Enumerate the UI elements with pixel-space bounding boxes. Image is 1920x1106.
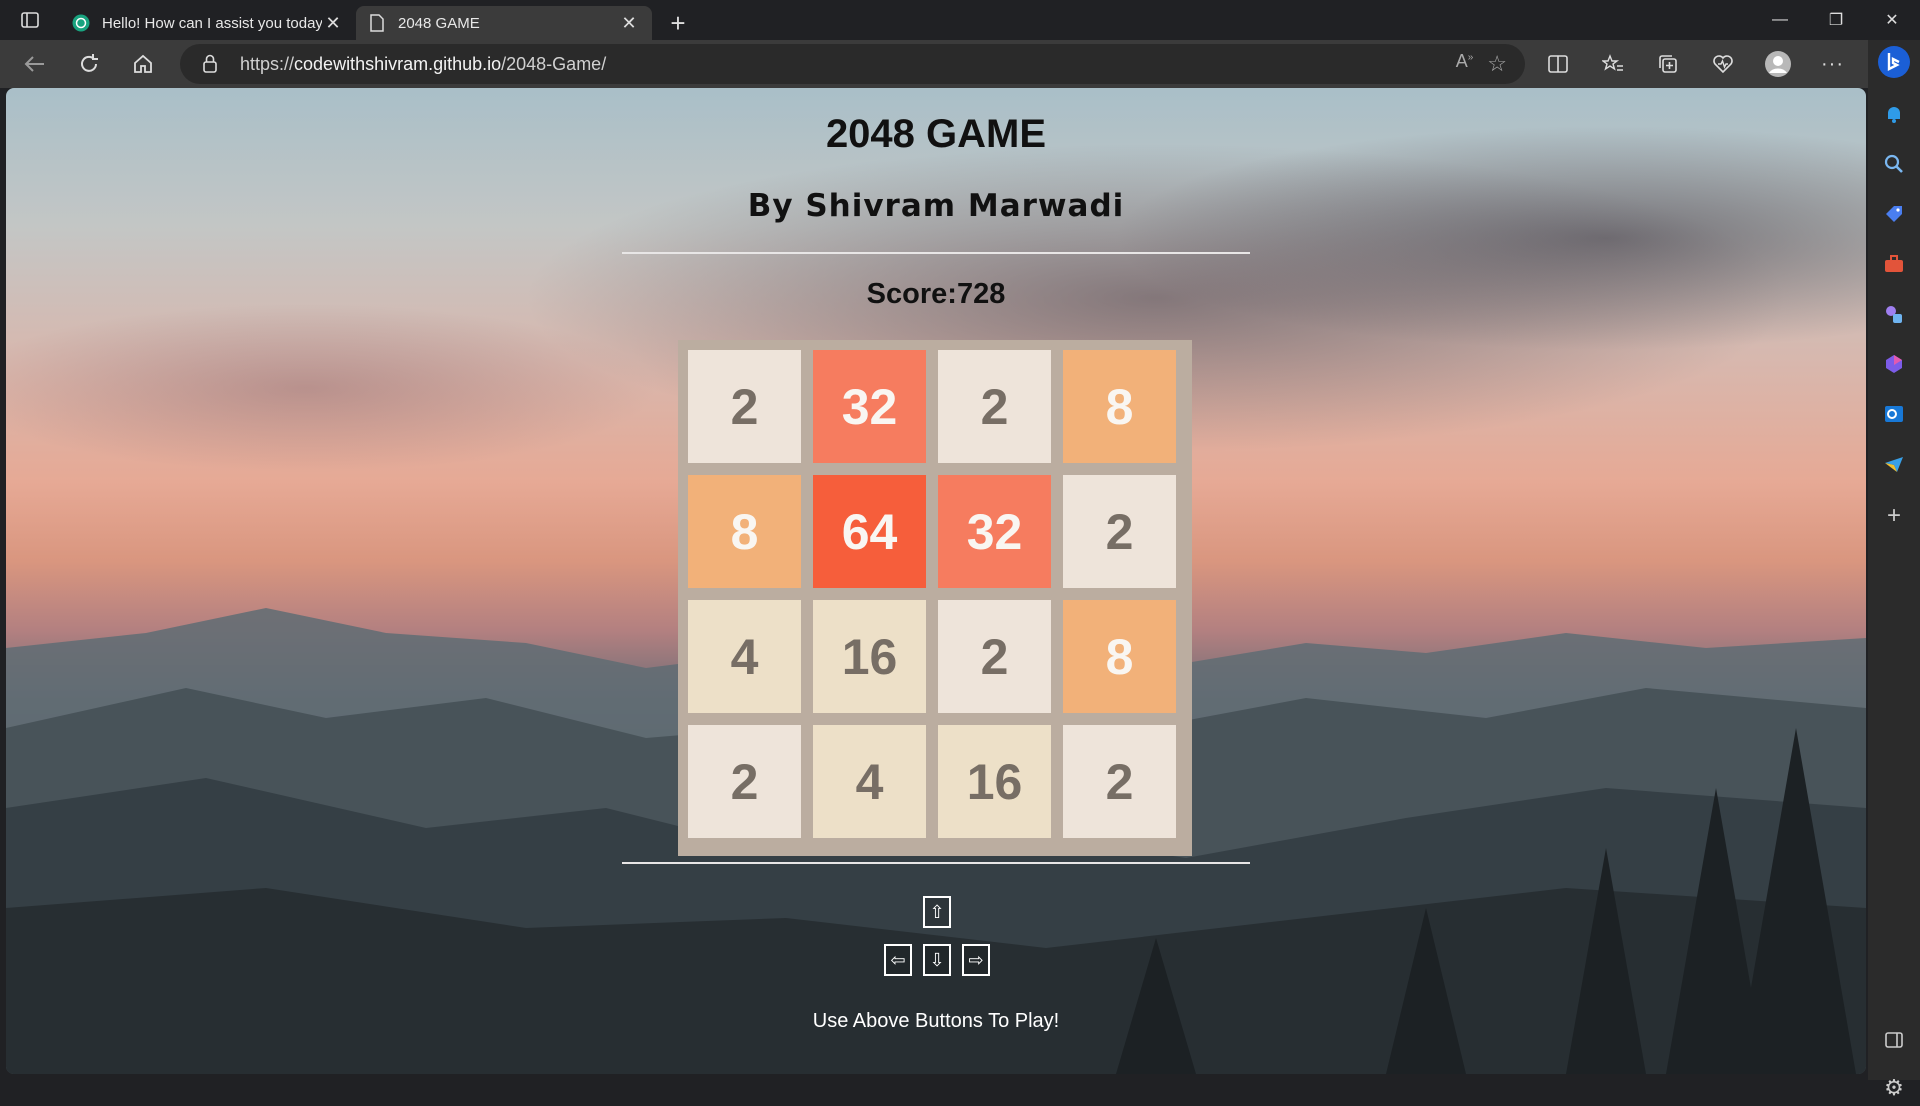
divider-top <box>622 252 1250 254</box>
close-tab-icon[interactable]: ✕ <box>618 13 640 34</box>
page-viewport: 2048 GAME By Shivram Marwadi Score:728 2… <box>6 88 1866 1074</box>
tile: 16 <box>813 600 926 713</box>
edge-sidebar: + ⚙ <box>1868 40 1920 1100</box>
score-value: 728 <box>956 278 1006 310</box>
shopping-tag-icon[interactable] <box>1876 196 1912 232</box>
tab-title: Hello! How can I assist you today <box>102 14 322 32</box>
tools-briefcase-icon[interactable] <box>1876 246 1912 282</box>
tile: 32 <box>938 475 1051 588</box>
add-sidebar-app-icon[interactable]: + <box>1876 498 1912 534</box>
split-screen-icon[interactable] <box>1530 44 1585 84</box>
tab-actions-icon <box>21 12 39 28</box>
tab-actions-button[interactable] <box>0 0 60 40</box>
tile: 2 <box>1063 475 1176 588</box>
down-button[interactable]: ⇩ <box>923 944 951 976</box>
minimize-icon[interactable]: — <box>1752 0 1808 40</box>
chatgpt-icon <box>72 14 90 32</box>
more-options-icon[interactable]: ··· <box>1805 44 1860 84</box>
tab-2048-game[interactable]: 2048 GAME ✕ <box>356 6 652 40</box>
tile: 2 <box>688 725 801 838</box>
tile: 2 <box>1063 725 1176 838</box>
lock-icon[interactable] <box>180 54 240 74</box>
tile: 2 <box>938 350 1051 463</box>
left-button[interactable]: ⇦ <box>884 944 912 976</box>
author-subtitle: By Shivram Marwadi <box>747 188 1125 224</box>
home-icon <box>134 54 152 73</box>
home-button[interactable] <box>116 44 170 84</box>
game-page: 2048 GAME By Shivram Marwadi Score:728 2… <box>6 88 1866 1074</box>
back-button[interactable] <box>8 44 62 84</box>
right-button[interactable]: ⇨ <box>962 944 990 976</box>
tile: 4 <box>688 600 801 713</box>
url-text[interactable]: https://codewithshivram.github.io/2048-G… <box>240 54 1456 75</box>
browser-essentials-icon[interactable] <box>1695 44 1750 84</box>
tab-chat[interactable]: Hello! How can I assist you today ✕ <box>60 6 356 40</box>
bing-copilot-icon[interactable] <box>1876 44 1912 80</box>
tile: 8 <box>1063 350 1176 463</box>
tile: 8 <box>1063 600 1176 713</box>
tile: 2 <box>938 600 1051 713</box>
send-telegram-icon[interactable] <box>1876 446 1912 482</box>
collections-icon[interactable] <box>1640 44 1695 84</box>
restore-icon[interactable]: ❐ <box>1808 0 1864 40</box>
up-button[interactable]: ⇧ <box>923 896 951 928</box>
refresh-icon <box>81 54 98 72</box>
tab-title: 2048 GAME <box>398 14 480 32</box>
close-tab-icon[interactable]: ✕ <box>322 13 344 34</box>
microsoft-365-icon[interactable] <box>1876 346 1912 382</box>
tile: 4 <box>813 725 926 838</box>
tile: 16 <box>938 725 1051 838</box>
outlook-icon[interactable] <box>1876 396 1912 432</box>
divider-bottom <box>622 862 1250 864</box>
hide-sidebar-icon[interactable] <box>1876 1022 1912 1058</box>
favorite-star-icon[interactable]: ☆ <box>1487 51 1507 77</box>
tile: 8 <box>688 475 801 588</box>
close-window-icon[interactable]: ✕ <box>1864 0 1920 40</box>
refresh-button[interactable] <box>62 44 116 84</box>
window-controls: — ❐ ✕ <box>1752 0 1920 40</box>
search-icon[interactable] <box>1876 146 1912 182</box>
game-board: 2 32 2 8 8 64 32 2 4 16 2 8 2 4 16 2 <box>678 340 1192 856</box>
tab-bar: Hello! How can I assist you today ✕ 2048… <box>0 0 1920 40</box>
page-icon <box>368 14 386 32</box>
favorites-icon[interactable] <box>1585 44 1640 84</box>
tile: 64 <box>813 475 926 588</box>
games-icon[interactable] <box>1876 296 1912 332</box>
settings-gear-icon[interactable]: ⚙ <box>1876 1070 1912 1106</box>
score-display: Score:728 <box>866 278 1006 310</box>
new-tab-button[interactable]: + <box>658 6 698 40</box>
back-arrow-icon <box>24 56 44 72</box>
profile-avatar-icon[interactable] <box>1750 44 1805 84</box>
instruction-text: Use Above Buttons To Play! <box>812 1010 1060 1032</box>
read-aloud-icon[interactable]: A» <box>1456 51 1474 77</box>
page-title: 2048 GAME <box>825 112 1047 156</box>
bell-notification-icon[interactable] <box>1876 96 1912 132</box>
address-bar[interactable]: https://codewithshivram.github.io/2048-G… <box>180 44 1525 84</box>
tile: 32 <box>813 350 926 463</box>
tile: 2 <box>688 350 801 463</box>
browser-toolbar: https://codewithshivram.github.io/2048-G… <box>0 40 1920 88</box>
